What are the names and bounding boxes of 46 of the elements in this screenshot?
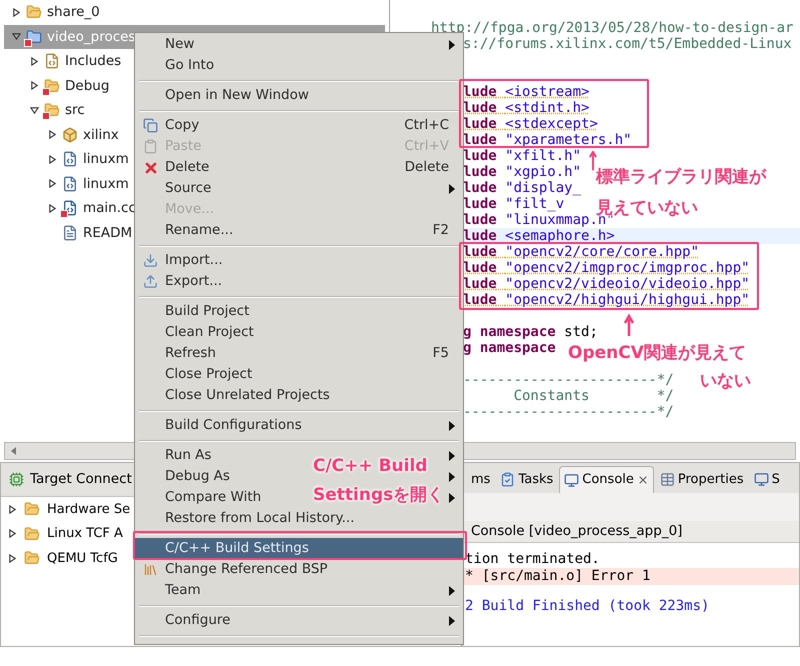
code-line: lude <semaphore.h> [463,228,615,244]
code-line: lude "filt_v [463,196,564,212]
annotation-text: OpenCV関連が見えて [568,342,746,364]
tree-item-label: Includes [65,52,122,72]
tree-item-label: Hardware Se [47,500,130,518]
shortcut-label: F2 [432,221,449,240]
tree-item-label: linuxm [83,174,129,194]
code-line: http://fpga.org/2013/05/28/how-to-design-ar [430,20,794,36]
shortcut-label: F5 [432,344,449,364]
code-line: lude "opencv2/imgproc/imgproc.hpp" [463,260,750,276]
annotation-text: 標準ライブラリ関連が [596,166,766,188]
tree-item-label: READM [83,224,132,243]
shortcut-label: Delete [404,158,449,178]
annotation-text: Settingsを開く [313,484,444,506]
code-line: lude <iostream> [463,84,590,100]
shortcut-label: Ctrl+C [404,116,449,136]
tree-item-label: video_proces [47,28,136,47]
code-line: lude "xparameters.h" [463,132,632,148]
code-line: lude "opencv2/videoio/videoio.hpp" [463,276,750,292]
tree-item-label: linuxm [83,150,129,170]
code-line: lude "xgpio.h" [463,164,582,180]
console-line: 2 Build Finished (took 223ms) [464,598,710,615]
annotation-text: C/C++ Build [313,455,428,477]
tree-item-label: Debug [65,76,110,96]
code-line: g namespace [463,340,556,356]
code-line: lude "linuxmmap.h" [463,212,615,228]
tree-item-label: xilinx [83,126,119,145]
code-line: lude "opencv2/core/core.hpp" [463,244,700,260]
tree-item-label: main.cc [83,199,136,218]
tree-item-label: QEMU TcfG [47,550,118,568]
code-line: Constants */ [512,388,674,404]
code-line: lude <stdexcept> [463,116,598,132]
console-line: tion terminated. [464,551,601,568]
annotation-text: いない [700,370,751,392]
code-line: lude "display_ [463,180,582,196]
code-line: lude "xfilt.h" [463,148,582,164]
code-line: -----------------------*/ [463,372,674,388]
tree-item-label: share_0 [47,3,100,22]
tree-item-label: Linux TCF A [47,525,123,543]
tree-item-label: src [65,101,85,120]
code-line: s://forums.xilinx.com/t5/Embedded-Linux [463,36,792,52]
code-line: g namespace std; [463,324,598,340]
code-line: lude <stdint.h> [463,100,590,116]
code-line: -----------------------*/ [463,404,674,420]
code-line: lude "opencv2/highgui/highgui.hpp" [463,292,750,308]
console-title: Console [video_process_app_0] [471,522,682,542]
